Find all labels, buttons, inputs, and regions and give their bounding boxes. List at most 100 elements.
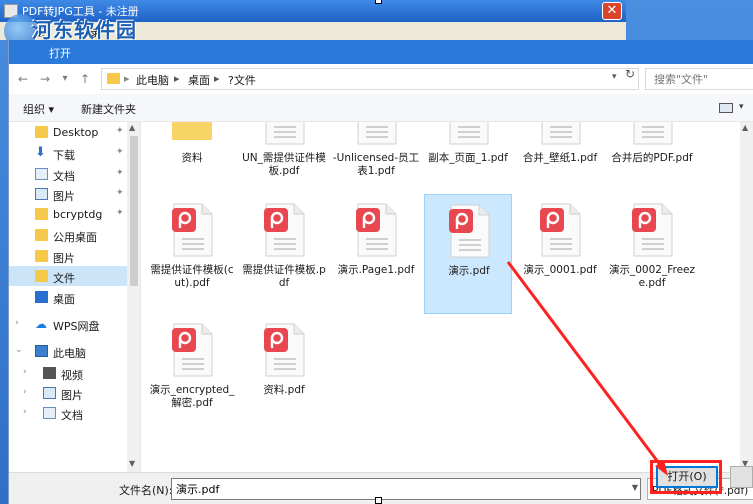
file-item[interactable]: 演示_0002_Freeze.pdf (608, 194, 696, 314)
file-list: 资料 UN_需提供证件模板.pdf -Unlicensed-员工表1.pdf 副本_页… (142, 122, 740, 472)
pin-icon: ✦ (116, 147, 124, 157)
file-name: UN_需提供证件模板.pdf (242, 152, 326, 177)
sidebar-item[interactable]: 文档 ✦ (9, 164, 127, 184)
file-item[interactable]: 资料.pdf (240, 314, 328, 434)
document-icon (446, 122, 490, 146)
chevron-down-icon[interactable]: ⌄ (15, 345, 23, 355)
file-name: 需提供证件模板(cut).pdf (150, 264, 234, 289)
file-item[interactable]: 需提供证件模板.pdf (240, 194, 328, 314)
sidebar-item[interactable]: 桌面 (9, 287, 127, 307)
chevron-right-icon[interactable]: › (23, 367, 27, 377)
app-icon (4, 4, 18, 18)
breadcrumb-separator[interactable]: ▸ (174, 72, 180, 85)
cancel-button[interactable] (730, 466, 753, 488)
sidebar-scrollbar[interactable]: ▲ ▼ (127, 122, 140, 472)
scroll-up-icon[interactable]: ▲ (742, 123, 748, 132)
forward-arrow-icon[interactable]: → (37, 71, 53, 87)
file-item[interactable]: 演示_0001.pdf (516, 194, 604, 314)
sidebar-item[interactable]: 图片 ✦ (9, 184, 127, 204)
back-arrow-icon[interactable]: ← (15, 71, 31, 87)
resize-handle (375, 497, 382, 504)
scroll-up-icon[interactable]: ▲ (129, 123, 135, 132)
pdf-file-icon (538, 202, 582, 258)
file-list-scrollbar[interactable]: ▲ ▼ (740, 122, 753, 472)
file-item[interactable]: 需提供证件模板(cut).pdf (148, 194, 236, 314)
document-icon (354, 122, 398, 146)
sidebar-item-label: 文档 (53, 170, 75, 183)
search-input[interactable] (646, 69, 753, 89)
menu-item-record[interactable]: 录 (90, 24, 101, 40)
breadcrumb-this-pc[interactable]: 此电脑 (136, 72, 169, 88)
command-toolbar: 组织 ▾ 新建文件夹 ▾ (9, 94, 753, 122)
desktop-icon (35, 291, 48, 303)
parent-window-title: PDF转JPG工具 - 未注册 (22, 5, 139, 18)
video-icon (43, 367, 56, 379)
search-box[interactable] (645, 68, 753, 90)
scroll-thumb[interactable] (130, 136, 138, 286)
sidebar-item[interactable]: › 视频 (9, 363, 127, 383)
file-item[interactable]: 演示.Page1.pdf (332, 194, 420, 314)
sidebar-item[interactable]: ⌄ 此电脑 (9, 341, 127, 361)
parent-menu-bar: 工 录 (0, 22, 626, 40)
sidebar-item[interactable]: Desktop ✦ (9, 122, 127, 142)
file-name: -Unlicensed-员工表1.pdf (332, 152, 420, 177)
breadcrumb-folder[interactable]: ?文件 (228, 72, 256, 88)
sidebar-item[interactable]: › ☁ WPS网盘 (9, 314, 127, 334)
file-name: 副本_页面_1.pdf (428, 152, 508, 164)
pdf-file-icon (262, 322, 306, 378)
sidebar-item[interactable]: 公用桌面 (9, 225, 127, 245)
sidebar-item[interactable]: 文件 (9, 266, 127, 286)
menu-item-work[interactable]: 工 (34, 24, 45, 40)
sidebar-item-label: 文档 (61, 409, 83, 422)
navigation-pane: ▲ ▼ Desktop ✦ ⬇ 下载 ✦ 文档 ✦ 图片 ✦ bcryptdg ✦ 公用桌面 图片 文件桌… (9, 122, 141, 472)
address-bar[interactable]: ▸ 此电脑 ▸ 桌面 ▸ ?文件 ▾ (101, 68, 639, 90)
recent-dropdown-icon[interactable]: ▾ (57, 71, 73, 87)
breadcrumb-desktop[interactable]: 桌面 (188, 72, 210, 88)
sidebar-item[interactable]: bcryptdg ✦ (9, 204, 127, 224)
chevron-right-icon[interactable]: › (15, 318, 19, 328)
view-dropdown-icon[interactable]: ▾ (739, 102, 744, 112)
chevron-right-icon[interactable]: › (23, 407, 27, 417)
file-item[interactable]: 副本_页面_1.pdf (424, 122, 512, 202)
folder-icon (35, 270, 48, 282)
document-icon (43, 407, 56, 419)
filename-combobox[interactable]: ▼ (171, 478, 641, 500)
navigation-bar: ← → ▾ ↑ ▸ 此电脑 ▸ 桌面 ▸ ?文件 ▾ ↻ (9, 64, 753, 94)
file-item[interactable]: 合并_壁纸1.pdf (516, 122, 604, 202)
pdf-file-icon (170, 202, 214, 258)
sidebar-item-label: bcryptdg (53, 208, 103, 221)
file-item[interactable]: UN_需提供证件模板.pdf (240, 122, 328, 202)
filename-input[interactable] (172, 479, 640, 499)
sidebar-item-label: 图片 (61, 389, 83, 402)
open-file-dialog: 打开 ← → ▾ ↑ ▸ 此电脑 ▸ 桌面 ▸ ?文件 ▾ ↻ 组织 ▾ 新建文… (8, 40, 753, 504)
sidebar-item[interactable]: › 文档 (9, 403, 127, 423)
sidebar-item-label: 视频 (61, 369, 83, 382)
new-folder-button[interactable]: 新建文件夹 (81, 101, 136, 117)
scroll-down-icon[interactable]: ▼ (129, 459, 135, 468)
sidebar-item-label: Desktop (53, 126, 99, 139)
refresh-icon[interactable]: ↻ (625, 67, 635, 81)
pdf-file-icon (354, 202, 398, 258)
chevron-right-icon[interactable]: › (23, 387, 27, 397)
file-name: 演示.pdf (448, 265, 490, 277)
organize-button[interactable]: 组织 ▾ (23, 101, 54, 117)
breadcrumb-separator[interactable]: ▸ (214, 72, 220, 85)
file-item[interactable]: 资料 (148, 122, 236, 202)
sidebar-item[interactable]: › 图片 (9, 383, 127, 403)
up-arrow-icon[interactable]: ↑ (77, 71, 93, 87)
sidebar-item[interactable]: ⬇ 下载 ✦ (9, 143, 127, 163)
file-item[interactable]: 合并后的PDF.pdf (608, 122, 696, 202)
folder-icon (170, 122, 214, 146)
file-item[interactable]: -Unlicensed-员工表1.pdf (332, 122, 420, 202)
file-item[interactable]: 演示.pdf (424, 194, 512, 314)
sidebar-item[interactable]: 图片 (9, 246, 127, 266)
view-options-icon[interactable] (719, 103, 733, 113)
resize-handle (375, 0, 382, 4)
address-dropdown-icon[interactable]: ▾ (612, 72, 617, 82)
file-name: 合并_壁纸1.pdf (522, 152, 598, 164)
folder-icon (35, 126, 48, 138)
parent-close-button[interactable]: ✕ (602, 2, 622, 20)
dialog-titlebar: 打开 (9, 40, 753, 64)
chevron-down-icon[interactable]: ▼ (632, 483, 638, 492)
file-item[interactable]: 演示_encrypted_解密.pdf (148, 314, 236, 434)
